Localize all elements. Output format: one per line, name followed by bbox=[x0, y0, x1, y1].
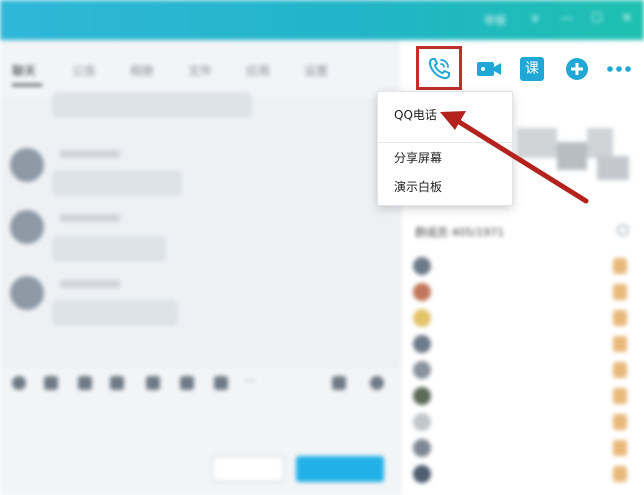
title-bar: 举报 ∨ — ☐ ✕ bbox=[0, 0, 644, 40]
more-tools-icon[interactable]: ··· bbox=[244, 375, 258, 390]
minimize-icon[interactable]: — bbox=[560, 12, 574, 26]
member-badge-icon bbox=[613, 440, 627, 456]
image-icon[interactable] bbox=[44, 376, 58, 390]
message-input[interactable] bbox=[0, 398, 400, 495]
menu-item-qq-call[interactable]: QQ电话 bbox=[394, 106, 437, 123]
member-badge-icon bbox=[613, 336, 627, 352]
search-icon[interactable] bbox=[617, 224, 629, 236]
folder-icon[interactable] bbox=[110, 376, 124, 390]
mosaic-block bbox=[557, 142, 587, 170]
tab-announcement[interactable]: 公告 bbox=[72, 62, 96, 79]
avatar bbox=[413, 361, 431, 379]
close-button[interactable] bbox=[212, 456, 284, 482]
music-icon[interactable] bbox=[146, 376, 160, 390]
member-row[interactable] bbox=[413, 256, 633, 276]
member-row[interactable] bbox=[413, 360, 633, 380]
member-badge-icon bbox=[613, 310, 627, 326]
add-app-button[interactable] bbox=[560, 52, 594, 86]
avatar bbox=[413, 465, 431, 483]
mosaic-block bbox=[587, 128, 613, 158]
tab-album[interactable]: 相册 bbox=[130, 62, 154, 79]
tab-bar: 聊天 公告 相册 文件 应用 设置 bbox=[0, 40, 400, 98]
member-badge-icon bbox=[613, 466, 627, 482]
sender-name bbox=[60, 150, 120, 158]
menu-item-share-screen[interactable]: 分享屏幕 bbox=[394, 149, 442, 166]
call-options-menu: QQ电话 分享屏幕 演示白板 bbox=[377, 91, 513, 206]
message-bubble bbox=[52, 92, 252, 118]
more-icon bbox=[607, 66, 631, 72]
tab-apps[interactable]: 应用 bbox=[246, 62, 270, 79]
mosaic-block bbox=[597, 156, 629, 180]
picture-icon[interactable] bbox=[180, 376, 194, 390]
active-tab-indicator bbox=[12, 84, 42, 86]
member-row[interactable] bbox=[413, 334, 633, 354]
message-bubble bbox=[52, 236, 166, 262]
menu-divider bbox=[378, 142, 512, 143]
tab-settings[interactable]: 设置 bbox=[304, 62, 328, 79]
members-header: 群成员 405/1971 bbox=[415, 226, 505, 239]
member-row[interactable] bbox=[413, 386, 633, 406]
sender-name bbox=[60, 214, 120, 222]
chat-history bbox=[0, 92, 400, 368]
tab-files[interactable]: 文件 bbox=[188, 62, 212, 79]
member-row[interactable] bbox=[413, 308, 633, 328]
mic-icon[interactable] bbox=[214, 376, 228, 390]
avatar bbox=[413, 283, 431, 301]
add-icon bbox=[566, 58, 588, 80]
close-icon[interactable]: ✕ bbox=[620, 12, 634, 26]
menu-item-whiteboard[interactable]: 演示白板 bbox=[394, 178, 442, 195]
avatar bbox=[413, 387, 431, 405]
maximize-icon[interactable]: ☐ bbox=[590, 12, 604, 26]
message-bubble bbox=[52, 300, 178, 326]
input-toolbar: ··· bbox=[0, 368, 400, 398]
avatar bbox=[413, 439, 431, 457]
report-link[interactable]: 举报 bbox=[484, 12, 506, 28]
member-row[interactable] bbox=[413, 412, 633, 432]
mosaic-block bbox=[517, 128, 557, 158]
chevron-down-icon[interactable]: ∨ bbox=[528, 12, 542, 26]
avatar bbox=[413, 335, 431, 353]
highlight-box bbox=[416, 46, 462, 90]
avatar[interactable] bbox=[10, 276, 44, 310]
avatar[interactable] bbox=[10, 148, 44, 182]
avatar bbox=[413, 413, 431, 431]
member-row[interactable] bbox=[413, 464, 633, 484]
member-badge-icon bbox=[613, 284, 627, 300]
message-bubble bbox=[52, 170, 182, 196]
member-badge-icon bbox=[613, 414, 627, 430]
chat-toolbar: 课 bbox=[400, 40, 644, 98]
member-badge-icon bbox=[613, 258, 627, 274]
tab-chat[interactable]: 聊天 bbox=[12, 62, 36, 79]
member-row[interactable] bbox=[413, 282, 633, 302]
emoji-icon[interactable] bbox=[12, 376, 26, 390]
more-button[interactable] bbox=[602, 52, 636, 86]
member-badge-icon bbox=[613, 388, 627, 404]
screenshot-icon[interactable] bbox=[78, 376, 92, 390]
avatar bbox=[413, 257, 431, 275]
history-icon[interactable] bbox=[370, 376, 384, 390]
course-button[interactable]: 课 bbox=[515, 52, 549, 86]
member-badge-icon bbox=[613, 362, 627, 378]
avatar[interactable] bbox=[10, 210, 44, 244]
member-row[interactable] bbox=[413, 438, 633, 458]
video-call-button[interactable] bbox=[472, 52, 506, 86]
sender-name bbox=[60, 280, 120, 288]
send-button[interactable] bbox=[296, 456, 384, 482]
avatar bbox=[413, 309, 431, 327]
expand-icon[interactable] bbox=[332, 376, 346, 390]
course-icon: 课 bbox=[520, 57, 544, 81]
video-icon bbox=[477, 62, 501, 76]
